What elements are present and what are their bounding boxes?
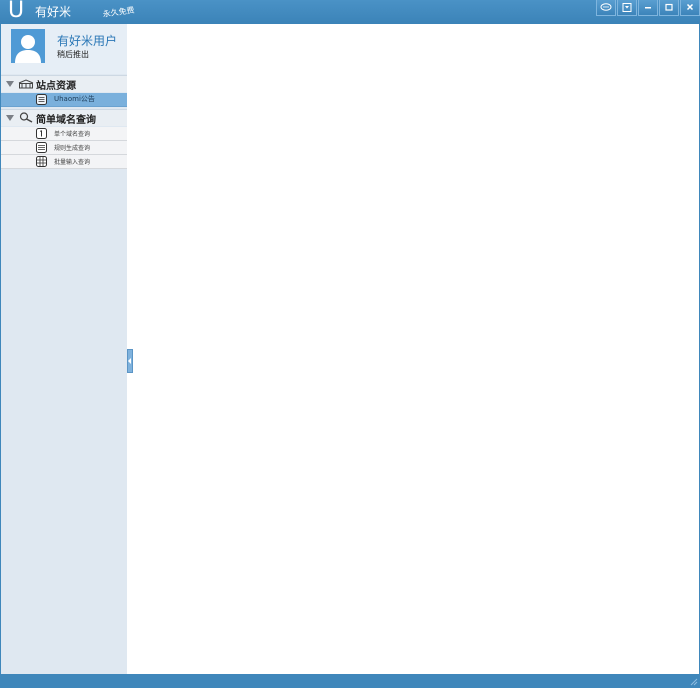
batch-query-icon xyxy=(36,156,47,170)
domain-search-icon xyxy=(18,112,34,126)
group-domain-query[interactable]: 简单域名查询 xyxy=(1,109,127,126)
group-label: 简单域名查询 xyxy=(36,115,96,126)
group-site-resources[interactable]: 站点资源 xyxy=(1,75,127,92)
menu-item-label: 规则生成查询 xyxy=(54,145,91,152)
app-title: 有好米 xyxy=(35,5,72,19)
user-status: 稍后推出 xyxy=(57,50,89,59)
expand-triangle-icon[interactable] xyxy=(6,115,14,121)
notice-icon xyxy=(36,94,47,108)
group-label: 站点资源 xyxy=(36,81,76,92)
status-bar xyxy=(0,674,700,688)
app-logo: U xyxy=(8,0,25,23)
expand-triangle-icon[interactable] xyxy=(6,81,14,87)
minimize-icon[interactable] xyxy=(638,0,658,16)
sidebar-collapse-handle[interactable] xyxy=(127,349,133,373)
title-bar[interactable]: U 有好米 永久免费 xyxy=(0,0,700,24)
avatar[interactable] xyxy=(11,29,45,63)
skin-icon[interactable] xyxy=(617,0,637,16)
app-slogan: 永久免费 xyxy=(102,5,136,19)
collapse-arrow-icon xyxy=(128,358,131,364)
menu-item-single-query[interactable]: 单个域名查询 xyxy=(1,127,127,141)
user-name[interactable]: 有好米用户 xyxy=(57,32,117,49)
menu-item-notice[interactable]: Uhaomi公告 xyxy=(1,93,127,107)
menu-item-label: 批量输入查询 xyxy=(54,159,91,166)
resize-grip-icon[interactable] xyxy=(689,677,698,686)
main-content xyxy=(127,24,699,674)
single-query-icon xyxy=(36,128,47,142)
menu-item-batch-query[interactable]: 批量输入查询 xyxy=(1,155,127,169)
menu-item-rule-query[interactable]: 规则生成查询 xyxy=(1,141,127,155)
sidebar: 有好米用户 稍后推出 站点资源 Uhaomi公告 简单域名查询 单个域名查询 规… xyxy=(1,24,127,674)
chat-icon[interactable] xyxy=(596,0,616,16)
close-icon[interactable] xyxy=(680,0,700,16)
maximize-icon[interactable] xyxy=(659,0,679,16)
menu-item-label: 单个域名查询 xyxy=(54,131,91,138)
menu-item-label: Uhaomi公告 xyxy=(54,95,95,103)
site-resource-icon xyxy=(18,78,34,92)
rule-query-icon xyxy=(36,142,47,156)
window-controls xyxy=(595,0,700,17)
user-profile: 有好米用户 稍后推出 xyxy=(1,24,127,74)
